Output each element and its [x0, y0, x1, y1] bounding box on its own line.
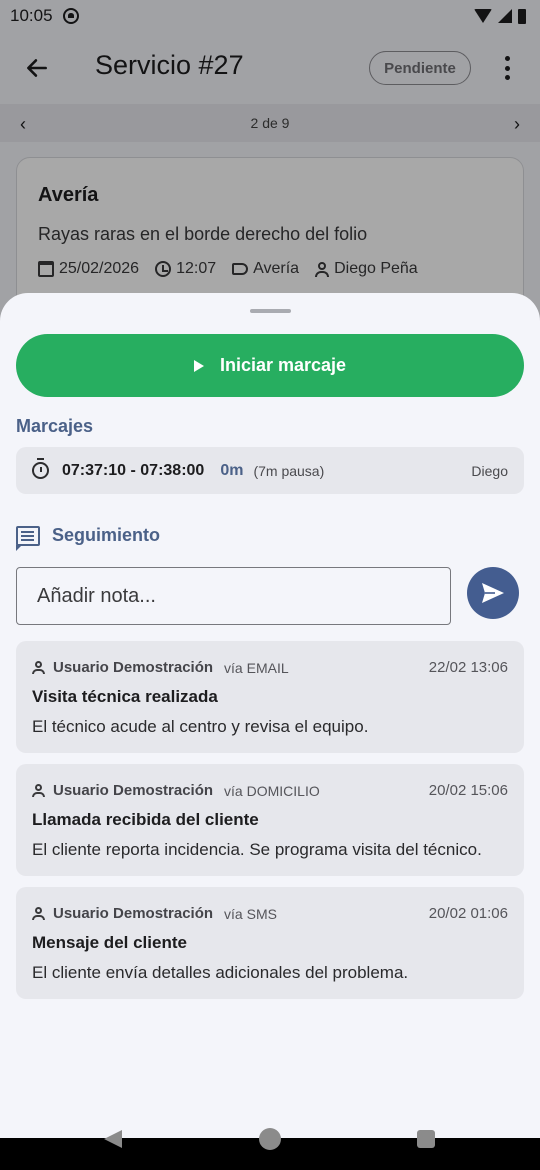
note-date: 20/02 15:06 [428, 782, 508, 799]
send-note-button[interactable] [467, 567, 519, 619]
note-date: 20/02 01:06 [428, 905, 508, 922]
nav-recents-icon[interactable] [417, 1130, 435, 1148]
note-user: Usuario Demostración [53, 659, 214, 676]
nav-home-icon[interactable] [259, 1128, 281, 1150]
note-header: Usuario Demostración vía EMAIL 22/02 13:… [32, 659, 508, 676]
note-user: Usuario Demostración [53, 905, 214, 922]
note-card[interactable]: Usuario Demostración vía SMS 20/02 01:06… [16, 887, 524, 999]
note-body: El cliente reporta incidencia. Se progra… [32, 840, 482, 859]
start-marcaje-label: Iniciar marcaje [219, 355, 347, 375]
play-icon [193, 359, 204, 372]
note-channel: vía SMS [224, 905, 277, 922]
marcaje-pause: (7m pausa) [253, 462, 325, 479]
bottom-sheet: Iniciar marcaje Marcajes 07:37:10 - 07:3… [0, 293, 540, 1138]
note-date: 22/02 13:06 [428, 659, 508, 676]
note-title: Llamada recibida del cliente [32, 810, 259, 829]
person-icon [32, 784, 45, 797]
note-title: Visita técnica realizada [32, 687, 218, 706]
marcaje-user: Diego [471, 462, 508, 479]
note-header: Usuario Demostración vía SMS 20/02 01:06 [32, 905, 508, 922]
timer-icon [32, 458, 49, 479]
drag-handle[interactable] [250, 309, 291, 313]
system-nav-bar [0, 1128, 540, 1170]
note-input[interactable] [16, 567, 451, 625]
note-channel: vía DOMICILIO [224, 782, 320, 799]
note-title: Mensaje del cliente [32, 933, 187, 952]
note-header: Usuario Demostración vía DOMICILIO 20/02… [32, 782, 508, 799]
note-body: El cliente envía detalles adicionales de… [32, 963, 409, 982]
note-card[interactable]: Usuario Demostración vía EMAIL 22/02 13:… [16, 641, 524, 753]
nav-back-icon[interactable] [104, 1130, 122, 1148]
note-channel: vía EMAIL [224, 659, 289, 676]
person-icon [32, 907, 45, 920]
send-icon [482, 583, 504, 603]
seguimiento-header: Seguimiento [16, 525, 161, 551]
marcaje-range: 07:37:10 - 07:38:00 [62, 461, 205, 479]
start-marcaje-button[interactable]: Iniciar marcaje [16, 334, 524, 397]
seguimiento-title: Seguimiento [52, 525, 161, 545]
chat-icon [16, 525, 40, 551]
note-body: El técnico acude al centro y revisa el e… [32, 717, 369, 736]
person-icon [32, 661, 45, 674]
note-card[interactable]: Usuario Demostración vía DOMICILIO 20/02… [16, 764, 524, 876]
note-user: Usuario Demostración [53, 782, 214, 799]
marcaje-row[interactable]: 07:37:10 - 07:38:00 0m (7m pausa) Diego [16, 447, 524, 494]
marcajes-section-title: Marcajes [16, 416, 94, 436]
marcaje-duration: 0m [220, 461, 244, 479]
